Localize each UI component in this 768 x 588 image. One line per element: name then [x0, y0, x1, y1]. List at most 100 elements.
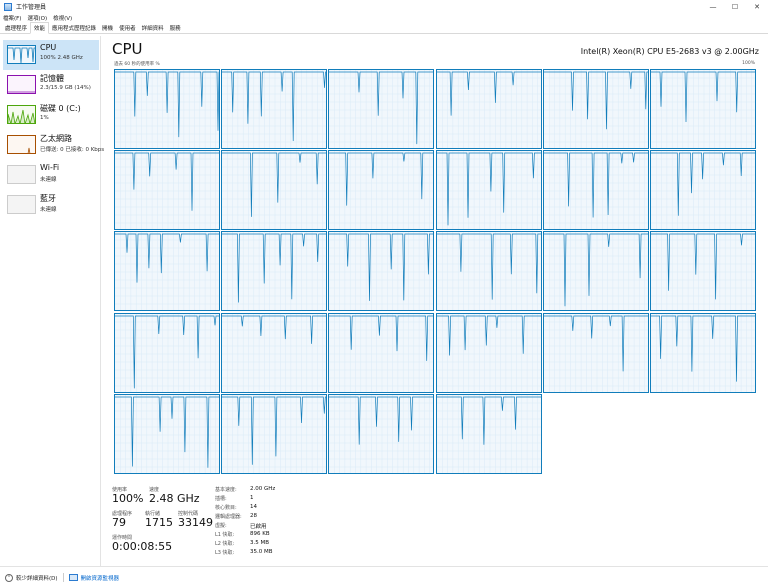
sidebar-item-label: 磁碟 0 (C:) [40, 104, 81, 113]
usage-trace [222, 232, 327, 311]
sidebar-item-label: 乙太網路 [40, 134, 72, 143]
usage-trace [329, 232, 434, 311]
sidebar-item-label: Wi-Fi [40, 163, 60, 172]
sidebar-item-label: 藍牙 [40, 194, 56, 203]
footer-bar: ⌃ 較少詳細資料(D) 開啟資源監視器 [0, 566, 768, 588]
menu-view[interactable]: 檢視(V) [53, 14, 72, 22]
wifi-thumbnail [7, 165, 36, 184]
handles-value: 33149 [178, 516, 213, 529]
usage-trace [543, 70, 648, 148]
logical-processor-graph [221, 312, 328, 393]
sidebar-item-label: 記憶體 [40, 74, 64, 83]
tab-performance[interactable]: 效能 [30, 22, 50, 34]
sidebar-item-value: 未連線 [40, 177, 57, 183]
logical-processor-graph [435, 69, 542, 149]
sidebar-item-value: 未連線 [40, 207, 57, 213]
disk-thumbnail [7, 105, 36, 124]
logical-processor-graph [328, 312, 435, 393]
resource-monitor-icon[interactable] [68, 574, 78, 581]
logical-processor-graph [114, 231, 220, 312]
detail-label: 核心數目: [215, 505, 237, 511]
tab-details[interactable]: 詳細資料 [139, 23, 167, 33]
memory-thumbnail [7, 75, 36, 94]
logical-processor-graph [221, 69, 328, 149]
logical-processor-graph [328, 393, 435, 474]
logical-processor-graph [328, 69, 435, 149]
logical-processor-graph [221, 231, 328, 312]
detail-value: 2.00 GHz [250, 486, 276, 492]
logical-processor-grid [114, 69, 757, 475]
max-percent-label: 100% [742, 61, 755, 66]
tab-app-history[interactable]: 應用程式歷程記錄 [49, 23, 99, 33]
detail-label: 基本速度: [215, 487, 237, 493]
usage-trace [651, 151, 755, 230]
page-title: CPU [112, 40, 143, 58]
sidebar-item-bluetooth[interactable]: 藍牙 未連線 [3, 190, 99, 220]
logical-processor-graph [221, 393, 328, 474]
cpu-stats: 使用率 100% 速度 2.48 GHz 處理程序 79 執行緒 1715 控制… [112, 484, 512, 564]
tab-processes[interactable]: 處理程序 [2, 23, 30, 33]
logical-processor-graph [650, 150, 756, 231]
logical-processor-graph [542, 69, 649, 149]
usage-trace [115, 70, 219, 148]
usage-trace [436, 232, 541, 311]
sidebar-item-disk[interactable]: 磁碟 0 (C:) 1% [3, 100, 99, 130]
detail-value: 28 [250, 513, 257, 519]
logical-processor-graph [435, 393, 542, 474]
detail-label: 邏輯處理器: [215, 514, 242, 520]
ethernet-thumbnail [7, 135, 36, 154]
sidebar-item-cpu[interactable]: CPU 100% 2.48 GHz [3, 40, 99, 70]
sidebar-item-value: 1% [40, 115, 49, 121]
usage-trace [222, 394, 327, 473]
tab-users[interactable]: 使用者 [116, 23, 139, 33]
task-manager-icon [4, 2, 12, 11]
usage-trace [436, 394, 541, 473]
resource-sidebar: CPU 100% 2.48 GHz 記憶體 2.3/15.9 GB (14%) … [0, 36, 104, 566]
cpu-panel: CPU Intel(R) Xeon(R) CPU E5-2683 v3 @ 2.… [101, 36, 768, 566]
menu-file[interactable]: 檔案(F) [3, 14, 21, 22]
logical-processor-graph [435, 312, 542, 393]
detail-value: 3.5 MB [250, 540, 270, 546]
window-title: 工作管理員 [16, 4, 47, 11]
minimize-button[interactable]: — [702, 0, 724, 13]
logical-processor-graph [435, 150, 542, 231]
usage-trace [329, 70, 434, 148]
cpu-thumbnail [7, 45, 36, 64]
bluetooth-thumbnail [7, 195, 36, 214]
usage-trace [115, 232, 219, 311]
logical-processor-graph [542, 150, 649, 231]
usage-trace [651, 313, 755, 392]
usage-trace [543, 313, 648, 392]
sidebar-item-value: 2.3/15.9 GB (14%) [40, 85, 91, 91]
detail-value: 14 [250, 504, 257, 510]
logical-processor-graph [542, 231, 649, 312]
usage-trace [329, 313, 434, 392]
logical-processor-graph [328, 150, 435, 231]
usage-trace [651, 70, 755, 148]
sidebar-item-ethernet[interactable]: 乙太網路 已傳送: 0 已接收: 0 Kbps [3, 130, 104, 160]
speed-value: 2.48 GHz [149, 492, 200, 505]
tab-startup[interactable]: 開機 [99, 23, 116, 33]
menu-options[interactable]: 選項(O) [27, 14, 47, 22]
processes-value: 79 [112, 516, 126, 529]
tab-services[interactable]: 服務 [167, 23, 184, 33]
usage-trace [543, 232, 648, 311]
chevron-up-icon[interactable]: ⌃ [5, 573, 13, 582]
detail-label: L2 快取: [215, 541, 235, 547]
usage-trace [436, 313, 541, 392]
close-button[interactable]: ✕ [746, 0, 768, 13]
fewer-details-link[interactable]: 較少詳細資料(D) [16, 574, 58, 582]
title-bar: 工作管理員 — ☐ ✕ [0, 0, 768, 13]
threads-value: 1715 [145, 516, 173, 529]
usage-trace [543, 151, 648, 230]
detail-label: 插槽: [215, 496, 227, 502]
window-controls: — ☐ ✕ [702, 0, 768, 13]
sidebar-item-memory[interactable]: 記憶體 2.3/15.9 GB (14%) [3, 70, 99, 100]
open-resource-monitor-link[interactable]: 開啟資源監視器 [81, 574, 120, 582]
usage-trace [329, 151, 434, 230]
usage-trace [115, 313, 219, 392]
utilization-value: 100% [112, 492, 144, 505]
sidebar-item-wifi[interactable]: Wi-Fi 未連線 [3, 160, 99, 190]
usage-trace [115, 151, 219, 230]
maximize-button[interactable]: ☐ [724, 0, 746, 13]
